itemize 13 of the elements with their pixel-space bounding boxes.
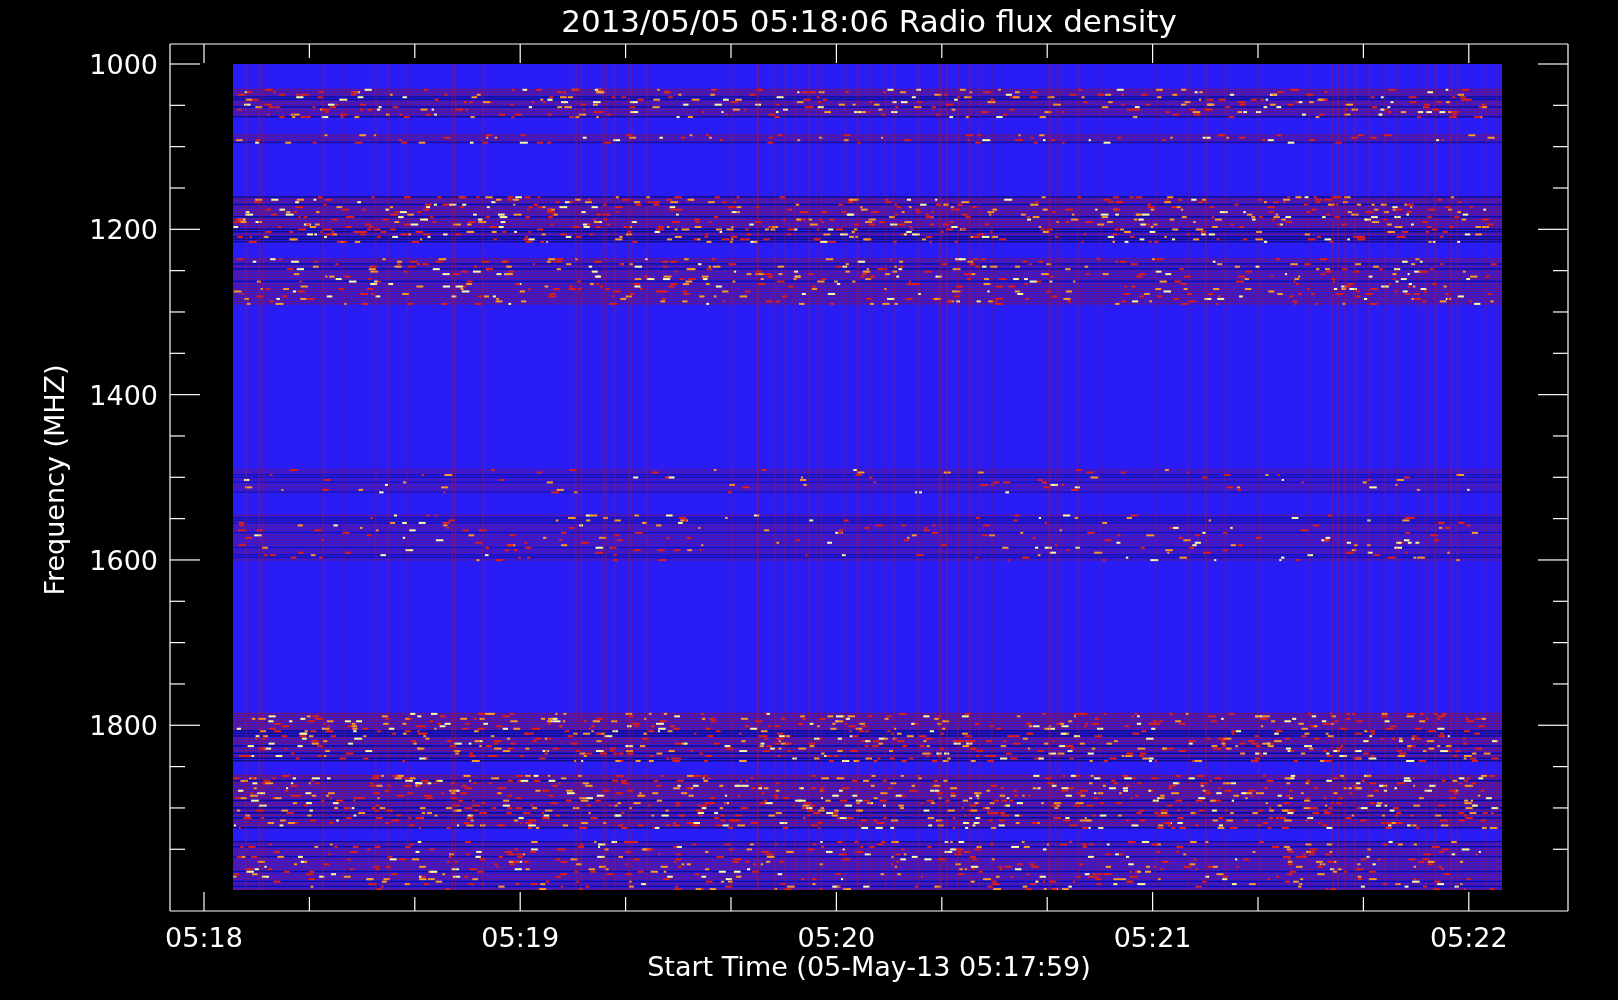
x-tick-label: 05:18 [165,922,243,953]
y-tick-label: 1000 [89,49,158,80]
y-tick-label: 1600 [89,544,158,576]
y-tick-label: 1400 [89,379,158,411]
y-tick-label: 1800 [89,710,158,742]
x-tick-label: 05:22 [1429,922,1508,953]
y-axis-label: Frequency (MHZ) [39,364,70,596]
x-axis-label: Start Time (05-May-13 05:17:59) [647,951,1091,982]
x-tick-label: 05:19 [481,922,560,953]
chart-title: 2013/05/05 05:18:06 Radio flux density [561,3,1177,39]
x-tick-label: 05:21 [1113,922,1192,953]
x-tick-label: 05:20 [797,922,876,953]
y-tick-label: 1200 [89,214,158,246]
